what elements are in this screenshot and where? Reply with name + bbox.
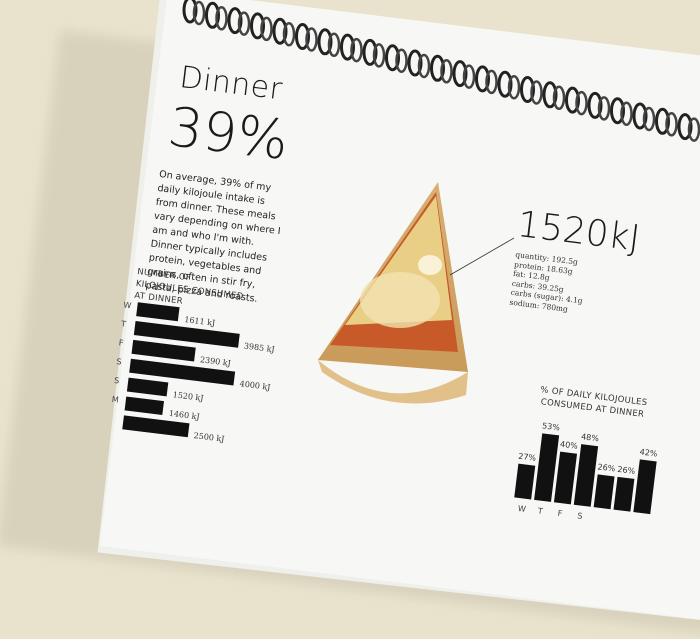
vbar-label: 26% (616, 464, 636, 476)
vbar (613, 476, 635, 512)
vbar-day-label: F (557, 508, 563, 519)
vbar-label: 40% (559, 439, 579, 451)
vbar-label: 27% (517, 451, 537, 463)
vbar-label: 42% (639, 446, 658, 459)
vbar-day-label: S (576, 511, 584, 521)
vbar-day-label: T (537, 506, 544, 516)
vbar-label: 48% (580, 432, 600, 444)
vbar-label: 26% (597, 462, 616, 474)
callout-line (449, 237, 515, 276)
vbar (593, 474, 615, 510)
vbar (553, 451, 578, 505)
vbar (633, 458, 657, 515)
vbar-day-label: W (517, 503, 527, 514)
vbar-label: 53% (541, 420, 561, 432)
nutrition-list: quantity: 192.5g protein: 18.63g fat: 12… (509, 250, 588, 315)
vbar (514, 463, 536, 500)
